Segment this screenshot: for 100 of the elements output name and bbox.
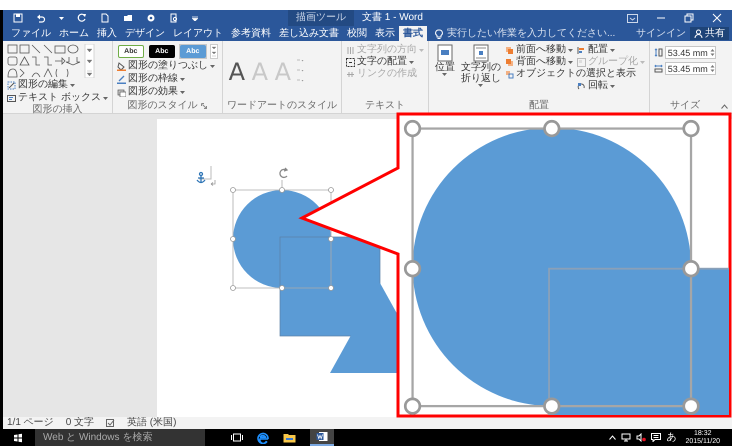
caret-icon[interactable]	[408, 60, 414, 64]
ribbon-command[interactable]: 前面へ移動	[504, 44, 573, 56]
task-view-icon[interactable]	[231, 433, 243, 442]
ribbon-tab[interactable]: 挿入	[93, 26, 121, 41]
ribbon-tab[interactable]: 校閲	[343, 26, 371, 41]
chevron-up-icon[interactable]	[609, 435, 616, 440]
wrap-text-icon	[472, 44, 490, 62]
caret-icon[interactable]	[478, 84, 484, 87]
caret-icon[interactable]	[70, 84, 75, 86]
sign-in-link[interactable]: サインイン	[636, 28, 686, 38]
taskbar-search-field[interactable]: Web と Windows を検索	[35, 429, 205, 446]
position-icon	[436, 44, 454, 62]
ribbon-tab[interactable]: 書式	[399, 26, 427, 41]
caret-icon[interactable]	[102, 96, 108, 100]
word-document-icon	[316, 431, 328, 442]
ribbon-tab[interactable]: デザイン	[121, 26, 169, 41]
language-indicator[interactable]: 英語 (米国)	[127, 418, 176, 428]
ribbon-tab[interactable]: 差し込み文書	[275, 26, 343, 41]
document-icon[interactable]	[100, 13, 110, 23]
ribbon-command[interactable]: 文字の配置	[346, 56, 424, 68]
caret-icon[interactable]	[610, 84, 615, 88]
ribbon-tab[interactable]: ファイル	[7, 26, 55, 41]
resize-handle[interactable]	[404, 260, 422, 278]
word-count[interactable]: 0 文字	[66, 418, 94, 428]
group-icon	[576, 58, 586, 66]
ribbon-command[interactable]: 図形の効果	[116, 86, 218, 98]
customize-caret-icon[interactable]	[192, 16, 198, 20]
redo-icon[interactable]	[77, 13, 87, 23]
resize-handle[interactable]	[543, 397, 560, 415]
ribbon-command[interactable]: 背面へ移動	[504, 56, 573, 68]
resize-handle[interactable]	[543, 120, 560, 138]
large-ribbon-button[interactable]: 位置	[432, 44, 457, 100]
resize-handle[interactable]	[682, 120, 700, 138]
spinner-icon[interactable]	[710, 64, 715, 73]
caret-icon[interactable]	[180, 90, 185, 94]
ribbon-tab[interactable]: 参考資料	[227, 26, 275, 41]
resize-handle[interactable]	[682, 260, 700, 278]
folder-icon[interactable]	[123, 13, 133, 23]
ribbon-command[interactable]: 回転	[576, 80, 645, 92]
large-ribbon-button[interactable]: 文字列の折り返し	[460, 44, 502, 100]
ribbon-tab[interactable]: レイアウト	[169, 26, 227, 41]
restore-icon[interactable]	[684, 13, 694, 23]
spinner-icon[interactable]	[710, 48, 715, 57]
caret-icon[interactable]	[442, 73, 448, 76]
ribbon-command[interactable]: 図形の編集	[7, 79, 108, 91]
folder-icon[interactable]	[283, 432, 296, 443]
speaker-muted-icon[interactable]	[636, 433, 646, 442]
print-preview-icon[interactable]	[169, 13, 179, 23]
close-icon[interactable]	[712, 13, 722, 23]
word-taskbar-button[interactable]	[310, 429, 334, 446]
ribbon-tab[interactable]: 表示	[371, 26, 399, 41]
send-backward-icon	[504, 58, 514, 66]
ribbon-display-options-icon[interactable]	[627, 14, 638, 22]
size-field[interactable]: 53.45 mm	[664, 46, 716, 59]
page-count[interactable]: 1/1 ページ	[7, 418, 54, 428]
touch-mode-icon[interactable]	[146, 13, 156, 23]
caret-icon[interactable]	[210, 64, 215, 68]
caret-icon[interactable]	[610, 48, 615, 52]
network-icon[interactable]	[621, 433, 632, 442]
collapse-ribbon-icon[interactable]	[721, 104, 728, 109]
resize-handle[interactable]	[404, 397, 422, 415]
dialog-launcher-icon[interactable]	[201, 103, 208, 109]
person-icon	[694, 29, 703, 38]
caret-icon[interactable]	[180, 78, 185, 80]
group-label: サイズ	[670, 100, 700, 112]
shapes-gallery-drawing[interactable]	[7, 44, 95, 78]
ribbon-command[interactable]: テキスト ボックス	[7, 92, 108, 104]
ribbon-command[interactable]: オブジェクトの選択と表示	[504, 68, 645, 80]
resize-handle[interactable]	[404, 120, 422, 138]
paint-bucket-icon	[116, 62, 126, 70]
input-method-indicator[interactable]: あ	[666, 432, 676, 442]
gallery-scroll-icon[interactable]	[210, 44, 218, 59]
windows-logo-icon[interactable]	[13, 432, 23, 442]
height-icon	[654, 48, 663, 57]
caret-icon[interactable]	[568, 60, 573, 64]
anchor-icon	[196, 172, 206, 184]
tell-me-field[interactable]: 実行したい作業を入力してください...	[427, 26, 616, 41]
group-label: 図形の挿入	[32, 104, 82, 116]
size-field[interactable]: 53.45 mm	[664, 62, 716, 75]
proofing-icon[interactable]	[106, 419, 116, 427]
save-icon[interactable]	[13, 13, 23, 23]
rotate-icon	[576, 82, 586, 90]
browser-e-icon[interactable]	[257, 432, 269, 444]
ribbon-tab[interactable]: ホーム	[55, 26, 93, 41]
group-label: 配置	[528, 100, 549, 112]
wordart-preset[interactable]: A	[226, 58, 247, 86]
paragraph-mark-icon	[210, 180, 216, 186]
resize-handle[interactable]	[682, 397, 700, 415]
caret-icon[interactable]	[568, 48, 573, 52]
share-button[interactable]: 共有	[690, 27, 729, 40]
link-icon	[346, 70, 355, 78]
group-label: テキスト	[364, 100, 405, 112]
ribbon-command[interactable]: 図形の塗りつぶし	[116, 60, 218, 72]
shape-effects-icon	[116, 88, 126, 96]
action-center-icon[interactable]	[651, 433, 662, 442]
ribbon-command[interactable]: 配置	[576, 44, 645, 56]
lightbulb-icon	[435, 28, 443, 38]
undo-icon[interactable]	[36, 13, 46, 23]
ribbon-command[interactable]: 図形の枠線	[116, 73, 218, 85]
caret-icon[interactable]	[59, 16, 64, 20]
